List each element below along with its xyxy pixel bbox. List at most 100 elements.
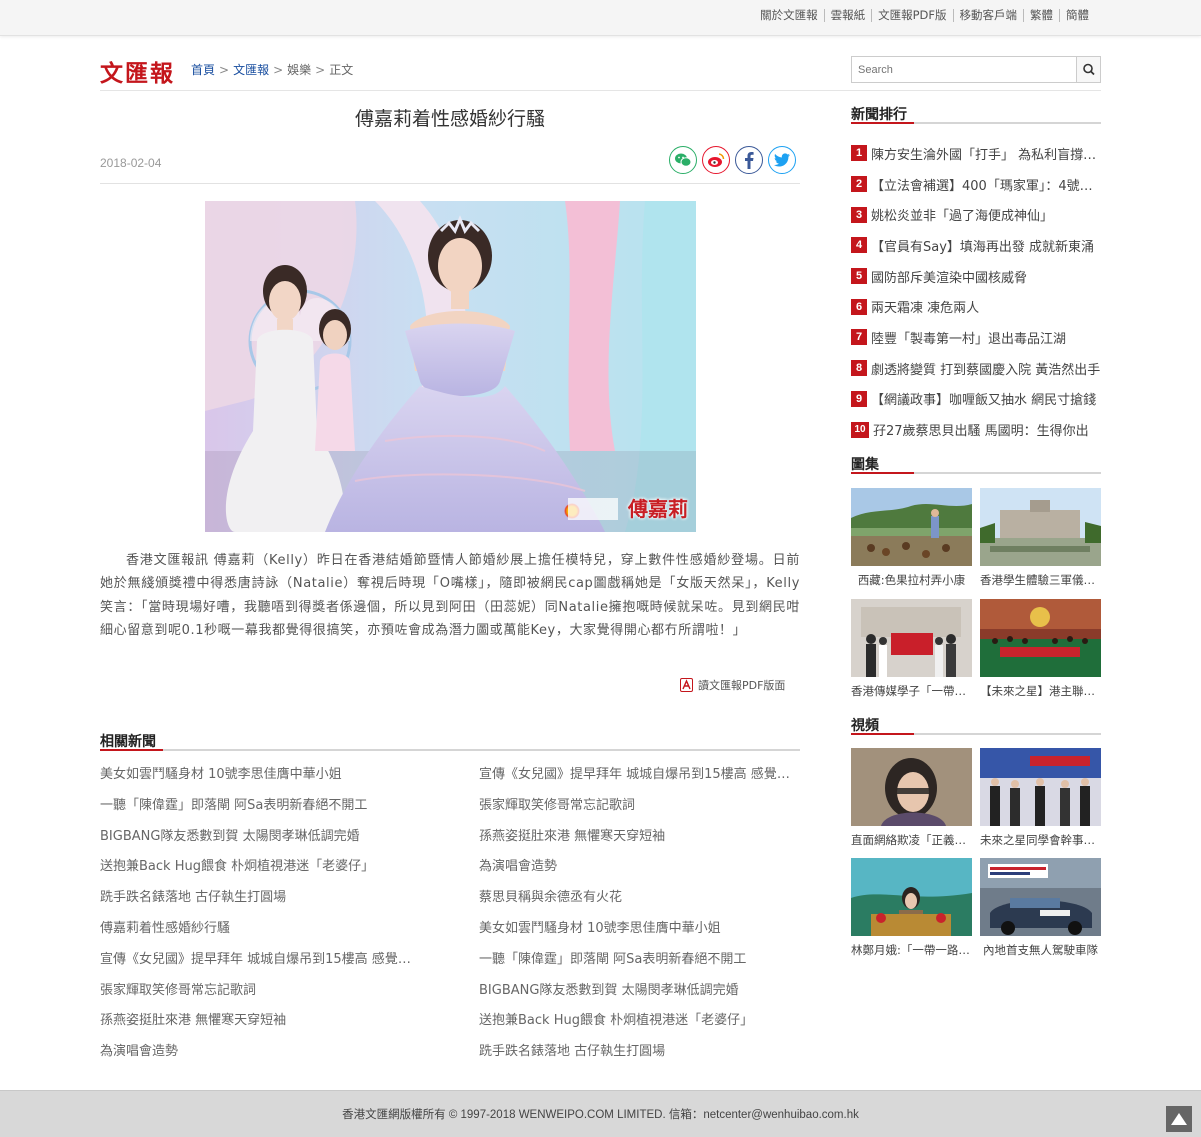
- article-divider: [100, 183, 800, 184]
- rank-headline: 陳方安生淪外國「打手」 為私利盲撐戴耀廷: [871, 147, 1101, 163]
- related-news-item[interactable]: 孫燕姿挺肚來港 無懼寒天穿短袖: [100, 1011, 420, 1042]
- related-news-item[interactable]: 蔡思貝稱與余德丞有火花: [479, 888, 799, 919]
- rank-headline: 姚松炎並非「過了海便成神仙」: [871, 209, 1054, 225]
- related-news-item[interactable]: 送抱兼Back Hug餵食 朴炯植視港迷「老婆仔」: [100, 857, 420, 888]
- video-thumbnail: [851, 858, 972, 936]
- top-links: 關於文匯報 雲報紙 文匯報PDF版 移動客戶端 繁體 簡體: [754, 9, 1095, 22]
- ranking-item[interactable]: 10 孖27歲蔡思貝出騷 馬國明：生得你出: [851, 414, 1101, 445]
- site-logo[interactable]: 文匯報: [100, 54, 175, 88]
- gallery-item[interactable]: 香港學生體驗三軍儀仗隊: [980, 488, 1101, 588]
- video-item[interactable]: 林鄭月娥:「一帶一路」機遇: [851, 858, 972, 958]
- ranking-item[interactable]: 2【立法會補選】400「瑪家軍」：4號姚松炎我要: [851, 169, 1101, 200]
- related-news-item[interactable]: 張家輝取笑修哥常忘記歌詞: [479, 796, 799, 827]
- search-box: [851, 56, 1101, 83]
- gallery-item[interactable]: 【未來之星】港主聯誼活動: [980, 599, 1101, 699]
- gallery-thumbnail: [851, 488, 972, 566]
- related-news-item[interactable]: 跣手跌名錶落地 古仔執生打圓場: [100, 888, 420, 919]
- related-news-underline: [100, 749, 800, 751]
- gallery-caption: 香港傳媒學子「一帶一路」行: [851, 684, 972, 698]
- ranking-item[interactable]: 8 劇透將變質 打到蔡國慶入院 黃浩然出手: [851, 353, 1101, 384]
- related-news-item[interactable]: 跣手跌名錶落地 古仔執生打圓場: [479, 1042, 799, 1073]
- ranking-item[interactable]: 5 國防部斥美渲染中國核威脅: [851, 261, 1101, 292]
- top-link-cloud-paper[interactable]: 雲報紙: [823, 9, 872, 22]
- related-news-item[interactable]: 美女如雲鬥騷身材 10號李思佳膺中華小姐: [100, 765, 420, 796]
- share-twitter-button[interactable]: [768, 146, 796, 174]
- related-news-item[interactable]: 為演唱會造勢: [100, 1042, 420, 1073]
- pdf-link[interactable]: 讀文匯報PDF版面: [680, 677, 785, 693]
- rank-headline: 陸豐「製毒第一村」退出毒品江湖: [871, 331, 1067, 347]
- wechat-icon: [675, 153, 692, 167]
- ranking-item[interactable]: 9 【網議政事】咖喱飯又抽水 網民寸搶錢: [851, 384, 1101, 415]
- search-button[interactable]: [1076, 57, 1100, 82]
- gallery-caption: 香港學生體驗三軍儀仗隊: [980, 573, 1101, 587]
- related-news-item[interactable]: 張家輝取笑修哥常忘記歌詞: [100, 981, 420, 1012]
- top-link-simplified[interactable]: 簡體: [1059, 9, 1095, 22]
- share-facebook-button[interactable]: [735, 146, 763, 174]
- header-divider: [100, 90, 1101, 91]
- gallery-thumbnail: [980, 488, 1101, 566]
- article-body: 香港文匯報訊 傅嘉莉（Kelly）昨日在香港結婚節暨情人節婚紗展上擔任模特兒，穿…: [100, 553, 800, 638]
- ranking-list: 1 陳方安生淪外國「打手」 為私利盲撐戴耀廷 2 【立法會補選】400「瑪家軍」：4…: [851, 138, 1101, 445]
- search-icon: [1083, 63, 1095, 76]
- video-item[interactable]: 直面網絡欺凌「正義」背後: [851, 748, 972, 848]
- video-thumbnail: [980, 748, 1101, 826]
- breadcrumb-category: 娛樂: [287, 63, 312, 77]
- gallery-item[interactable]: 香港傳媒學子「一帶一路」行: [851, 599, 972, 699]
- related-news-right-column: 宣傳《女兒國》提早拜年 城城自爆吊到15樓高 感覺似馬騮 張家輝取笑修哥常忘記歌…: [479, 765, 799, 1073]
- breadcrumb-separator: >: [273, 63, 284, 77]
- related-news-item[interactable]: 一聽「陳偉霆」即落閘 阿Sa表明新春絕不開工: [479, 950, 799, 981]
- related-news-item[interactable]: 美女如雲鬥騷身材 10號李思佳膺中華小姐: [479, 919, 799, 950]
- related-news-item[interactable]: 送抱兼Back Hug餵食 朴炯植視港迷「老婆仔」: [479, 1011, 799, 1042]
- rank-number: 9: [851, 390, 867, 407]
- share-wechat-button[interactable]: [669, 146, 697, 174]
- ranking-item[interactable]: 4 【官員有Say】填海再出發 成就新東涌: [851, 230, 1101, 261]
- rank-headline: 國防部斥美渲染中國核威脅: [871, 270, 1028, 286]
- top-link-about[interactable]: 關於文匯報: [754, 9, 824, 22]
- rank-headline: 孖27歲蔡思貝出騷 馬國明：生得你出: [873, 424, 1089, 440]
- ranking-underline: [851, 122, 1101, 124]
- related-news-item[interactable]: 宣傳《女兒國》提早拜年 城城自爆吊到15樓高 感覺似馬騮: [479, 765, 799, 796]
- footer-copyright: 香港文匯網版權所有 © 1997-2018 WENWEIPO.COM LIMIT…: [342, 1109, 859, 1121]
- top-link-pdf[interactable]: 文匯報PDF版: [871, 9, 952, 22]
- facebook-icon: [745, 152, 754, 169]
- rank-number: 3: [851, 206, 867, 223]
- breadcrumb-current: 正文: [329, 63, 354, 77]
- rank-number: 7: [851, 329, 867, 346]
- ranking-item[interactable]: 1 陳方安生淪外國「打手」 為私利盲撐戴耀廷: [851, 138, 1101, 169]
- breadcrumb: 首頁 > 文匯報 > 娛樂 > 正文: [191, 61, 353, 78]
- rank-headline: 【官員有Say】填海再出發 成就新東涌: [871, 239, 1095, 255]
- rank-headline: 【網議政事】咖喱飯又抽水 網民寸搶錢: [871, 393, 1097, 409]
- related-news-item[interactable]: 宣傳《女兒國》提早拜年 城城自爆吊到15樓高 感覺似馬騮: [100, 950, 420, 981]
- gallery-title: 圖集: [851, 457, 879, 473]
- search-input[interactable]: [852, 57, 1078, 82]
- video-thumbnail: [980, 858, 1101, 936]
- wedding-gown-photo: [205, 201, 696, 532]
- ranking-item[interactable]: 3 姚松炎並非「過了海便成神仙」: [851, 199, 1101, 230]
- related-news-item[interactable]: BIGBANG隊友悉數到賀 太陽閔孝琳低調完婚: [100, 827, 420, 858]
- breadcrumb-section[interactable]: 文匯報: [233, 63, 269, 77]
- related-news-item[interactable]: BIGBANG隊友悉數到賀 太陽閔孝琳低調完婚: [479, 981, 799, 1012]
- ranking-item[interactable]: 7 陸豐「製毒第一村」退出毒品江湖: [851, 322, 1101, 353]
- top-link-mobile[interactable]: 移動客戶端: [952, 9, 1024, 22]
- related-news-item[interactable]: 為演唱會造勢: [479, 857, 799, 888]
- related-news-item[interactable]: 傅嘉莉着性感婚紗行騷: [100, 919, 420, 950]
- video-item[interactable]: 內地首支無人駕駛車隊: [980, 858, 1101, 958]
- related-news-item[interactable]: 孫燕姿挺肚來港 無懼寒天穿短袖: [479, 827, 799, 858]
- top-link-traditional[interactable]: 繁體: [1023, 9, 1059, 22]
- ranking-item[interactable]: 6 兩天霜凍 凍危兩人: [851, 291, 1101, 322]
- breadcrumb-home[interactable]: 首頁: [191, 63, 215, 77]
- gallery-item[interactable]: 西藏:色果拉村弄小康: [851, 488, 972, 588]
- pdf-icon: [680, 678, 693, 692]
- rank-number: 6: [851, 298, 867, 315]
- top-bar: 關於文匯報 雲報紙 文匯報PDF版 移動客戶端 繁體 簡體: [0, 0, 1201, 36]
- arrow-up-icon: [1171, 1113, 1187, 1125]
- breadcrumb-separator: >: [315, 63, 326, 77]
- back-to-top-button[interactable]: [1166, 1106, 1192, 1132]
- related-news-item[interactable]: 一聽「陳偉霆」即落閘 阿Sa表明新春絕不開工: [100, 796, 420, 827]
- rank-number: 5: [851, 268, 867, 285]
- rank-headline: 兩天霜凍 凍危兩人: [871, 301, 980, 317]
- video-item[interactable]: 未來之星同學會幹事就職: [980, 748, 1101, 848]
- gallery-caption: 【未來之星】港主聯誼活動: [980, 684, 1101, 698]
- share-weibo-button[interactable]: [702, 146, 730, 174]
- video-title: 視頻: [851, 718, 879, 734]
